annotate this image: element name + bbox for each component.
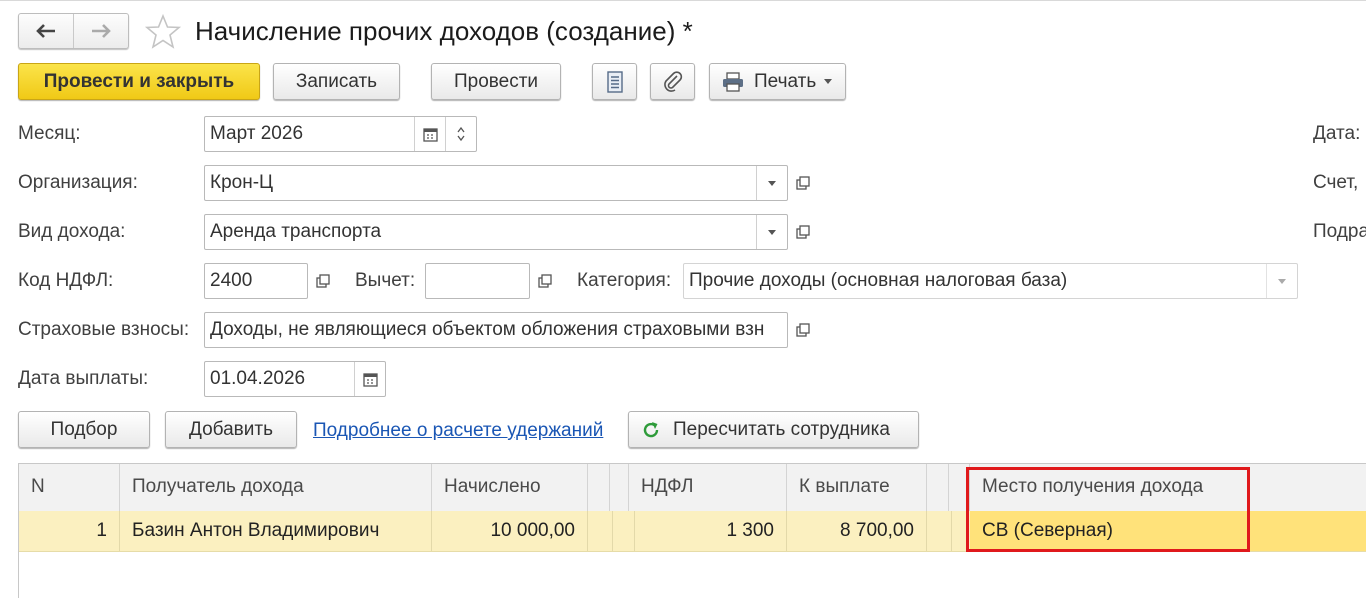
category-field[interactable]: Прочие доходы (основная налоговая база): [683, 263, 1298, 299]
open-icon: [796, 323, 810, 337]
chevron-down-icon: [768, 180, 776, 186]
window-title: Начисление прочих доходов (создание) *: [195, 16, 693, 46]
header-spacer: [610, 464, 629, 511]
income-type-label: Вид дохода:: [18, 221, 126, 242]
attachments-button[interactable]: [650, 63, 695, 100]
account-label: Счет,: [1313, 172, 1359, 193]
month-value: Март 2026: [210, 123, 304, 144]
calendar-icon: [362, 372, 378, 387]
calendar-icon: [422, 127, 438, 142]
organization-dropdown-button[interactable]: [756, 166, 787, 200]
payment-date-value: 01.04.2026: [210, 368, 306, 389]
header-ndfl[interactable]: НДФЛ: [629, 464, 787, 511]
refresh-icon: [643, 421, 659, 437]
document-list-icon: [606, 70, 623, 93]
add-button[interactable]: Добавить: [165, 411, 297, 448]
header-recipient[interactable]: Получатель дохода: [120, 464, 432, 511]
post-and-close-button[interactable]: Провести и закрыть: [18, 63, 260, 100]
favorite-star-icon[interactable]: [144, 13, 182, 51]
open-icon: [316, 274, 330, 288]
insurance-open-button[interactable]: [788, 312, 818, 348]
month-field[interactable]: Март 2026: [204, 116, 477, 152]
printer-icon: [723, 71, 743, 92]
header-accrued[interactable]: Начислено: [432, 464, 588, 511]
date-label: Дата:: [1313, 123, 1361, 144]
department-label: Подра: [1313, 221, 1366, 242]
open-icon: [796, 225, 810, 239]
header-payout[interactable]: К выплате: [787, 464, 927, 511]
ndfl-code-field[interactable]: 2400: [204, 263, 308, 299]
income-type-value: Аренда транспорта: [210, 221, 382, 242]
header-spacer: [588, 464, 610, 511]
nav-buttons: [18, 13, 129, 49]
payment-date-label: Дата выплаты:: [18, 368, 149, 389]
deduction-open-button[interactable]: [530, 263, 560, 299]
income-type-dropdown-button[interactable]: [756, 215, 787, 249]
ndfl-code-value: 2400: [210, 270, 253, 291]
chevron-down-icon: [1278, 278, 1286, 284]
income-type-field[interactable]: Аренда транспорта: [204, 214, 788, 250]
category-dropdown-button[interactable]: [1266, 264, 1297, 298]
calendar-button[interactable]: [414, 117, 445, 151]
month-label: Месяц:: [18, 123, 81, 144]
back-button[interactable]: [19, 14, 73, 48]
organization-field[interactable]: Крон-Ц: [204, 165, 788, 201]
paperclip-icon: [663, 70, 682, 92]
ndfl-code-open-button[interactable]: [308, 263, 338, 299]
cell-accrued[interactable]: 10 000,00: [432, 511, 588, 551]
organization-label: Организация:: [18, 172, 138, 193]
insurance-label: Страховые взносы:: [18, 319, 190, 340]
income-type-open-button[interactable]: [788, 214, 818, 250]
open-icon: [538, 274, 552, 288]
stepper-up-icon: [457, 126, 465, 133]
annotation-highlight: [966, 467, 1250, 552]
category-value: Прочие доходы (основная налоговая база): [689, 270, 1068, 291]
payment-date-field[interactable]: 01.04.2026: [204, 361, 386, 397]
arrow-left-icon: [36, 24, 55, 38]
header-spacer: [927, 464, 949, 511]
chevron-down-icon: [768, 229, 776, 235]
cell-n[interactable]: 1: [19, 511, 120, 551]
month-stepper[interactable]: [445, 117, 476, 151]
cell-recipient[interactable]: Базин Антон Владимирович: [120, 511, 432, 551]
post-button[interactable]: Провести: [431, 63, 561, 100]
organization-open-button[interactable]: [788, 165, 818, 201]
top-border: [0, 0, 1366, 1]
document-list-button[interactable]: [592, 63, 637, 100]
calculation-details-link[interactable]: Подробнее о расчете удержаний: [313, 413, 603, 449]
cell-ndfl[interactable]: 1 300: [629, 511, 787, 551]
pick-button[interactable]: Подбор: [18, 411, 150, 448]
recalculate-label: Пересчитать сотрудника: [673, 418, 890, 440]
print-button[interactable]: Печать: [709, 63, 846, 100]
arrow-right-icon: [92, 24, 111, 38]
save-button[interactable]: Записать: [273, 63, 400, 100]
insurance-value: Доходы, не являющиеся объектом обложения…: [210, 319, 765, 340]
ndfl-code-label: Код НДФЛ:: [18, 270, 114, 291]
header-n[interactable]: N: [19, 464, 120, 511]
organization-value: Крон-Ц: [210, 172, 274, 193]
deduction-field[interactable]: [425, 263, 530, 299]
cell-payout[interactable]: 8 700,00: [787, 511, 927, 551]
forward-button[interactable]: [73, 14, 128, 48]
chevron-down-icon: [824, 79, 833, 84]
stepper-down-icon: [457, 135, 465, 142]
open-icon: [796, 176, 810, 190]
print-label: Печать: [754, 70, 817, 92]
insurance-field[interactable]: Доходы, не являющиеся объектом обложения…: [204, 312, 788, 348]
deduction-label: Вычет:: [355, 270, 416, 291]
category-label: Категория:: [577, 270, 672, 291]
calendar-button[interactable]: [354, 362, 385, 396]
recalculate-employee-button[interactable]: Пересчитать сотрудника: [628, 411, 919, 448]
